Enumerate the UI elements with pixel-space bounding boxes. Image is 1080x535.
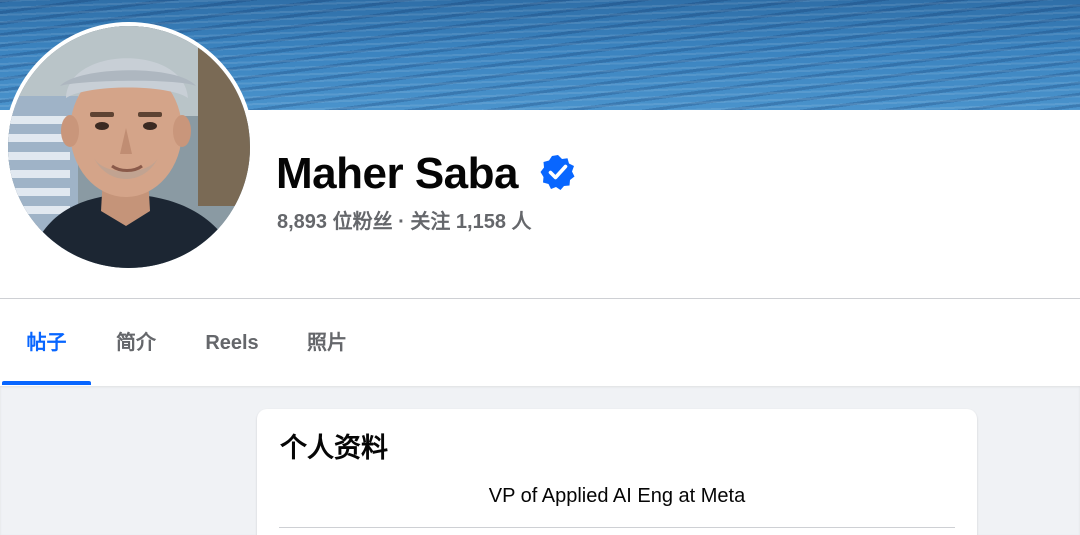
tab-reels[interactable]: Reels [190, 300, 274, 386]
tab-about[interactable]: 简介 [96, 300, 176, 386]
intro-card: 个人资料 VP of Applied AI Eng at Meta [257, 409, 977, 535]
intro-divider [279, 527, 955, 528]
intro-title: 个人资料 [280, 433, 388, 463]
active-tab-indicator [2, 381, 91, 385]
profile-page: Maher Saba 8,893 位粉丝 · 关注 1,158 人 帖子 简介 … [0, 0, 1080, 535]
header-divider [0, 298, 1080, 299]
intro-bio: VP of Applied AI Eng at Meta [488, 485, 746, 507]
follower-stats[interactable]: 8,893 位粉丝 · 关注 1,158 人 [277, 208, 532, 236]
avatar-photo [8, 26, 250, 268]
profile-name: Maher Saba [276, 149, 518, 198]
profile-tabs: 帖子 简介 Reels 照片 [0, 300, 1080, 386]
avatar[interactable] [8, 26, 250, 268]
tab-photos[interactable]: 照片 [288, 300, 366, 386]
tab-posts[interactable]: 帖子 [2, 300, 91, 386]
verified-badge-icon[interactable] [540, 154, 576, 190]
